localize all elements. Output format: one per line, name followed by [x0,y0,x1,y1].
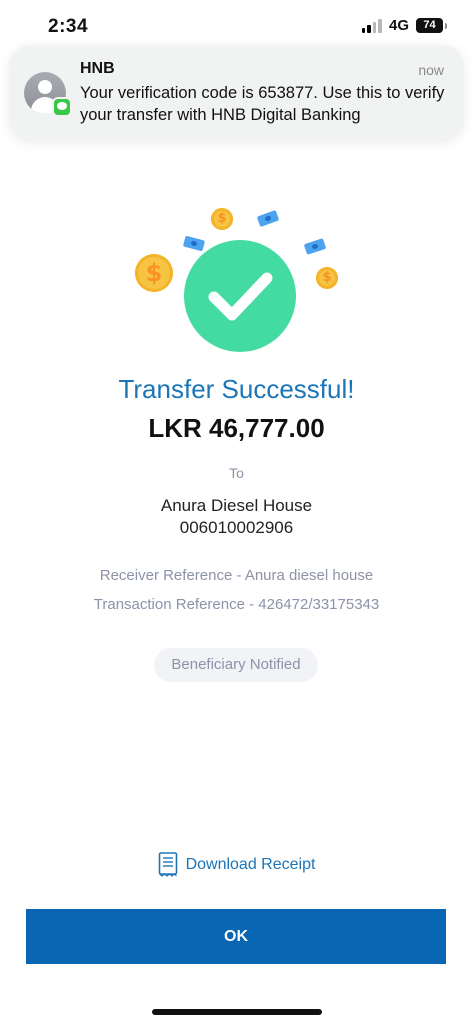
download-receipt-label: Download Receipt [185,855,316,873]
cellular-signal-icon [361,18,382,33]
status-time: 2:34 [48,16,89,37]
to-label: To [229,465,244,481]
success-illustration: $ $ $ [130,200,350,360]
network-type: 4G [388,17,409,34]
notification-banner[interactable]: HNB now Your verification code is 653877… [9,45,464,141]
transaction-reference: Transaction Reference - 426472/33175343 [93,596,380,613]
status-indicators: 4G 74 [361,17,447,34]
payee-account-number: 006010002906 [179,518,294,537]
ok-button[interactable]: OK [26,909,446,964]
receipt-icon [158,852,178,877]
beneficiary-notified-badge: Beneficiary Notified [154,648,318,682]
notification-time: now [418,62,444,78]
payee-name: Anura Diesel House [160,496,313,515]
messages-app-icon [52,97,72,117]
notification-message: Your verification code is 653877. Use th… [80,84,445,124]
battery-icon: 74 [416,18,447,33]
banknote-icon [303,238,327,255]
receiver-reference: Receiver Reference - Anura diesel house [99,567,374,584]
banknote-icon [256,209,280,228]
status-bar: 2:34 4G 74 [0,0,473,48]
transfer-amount: LKR 46,777.00 [148,413,325,443]
dollar-coin-icon: $ [135,254,173,292]
home-indicator[interactable] [152,1009,322,1015]
dollar-coin-icon: $ [211,208,233,230]
download-receipt-link[interactable]: Download Receipt [0,852,473,877]
notification-sender: HNB [80,60,115,77]
transfer-status-title: Transfer Successful! [118,374,355,404]
dollar-coin-icon: $ [316,267,338,289]
checkmark-icon [184,240,296,352]
